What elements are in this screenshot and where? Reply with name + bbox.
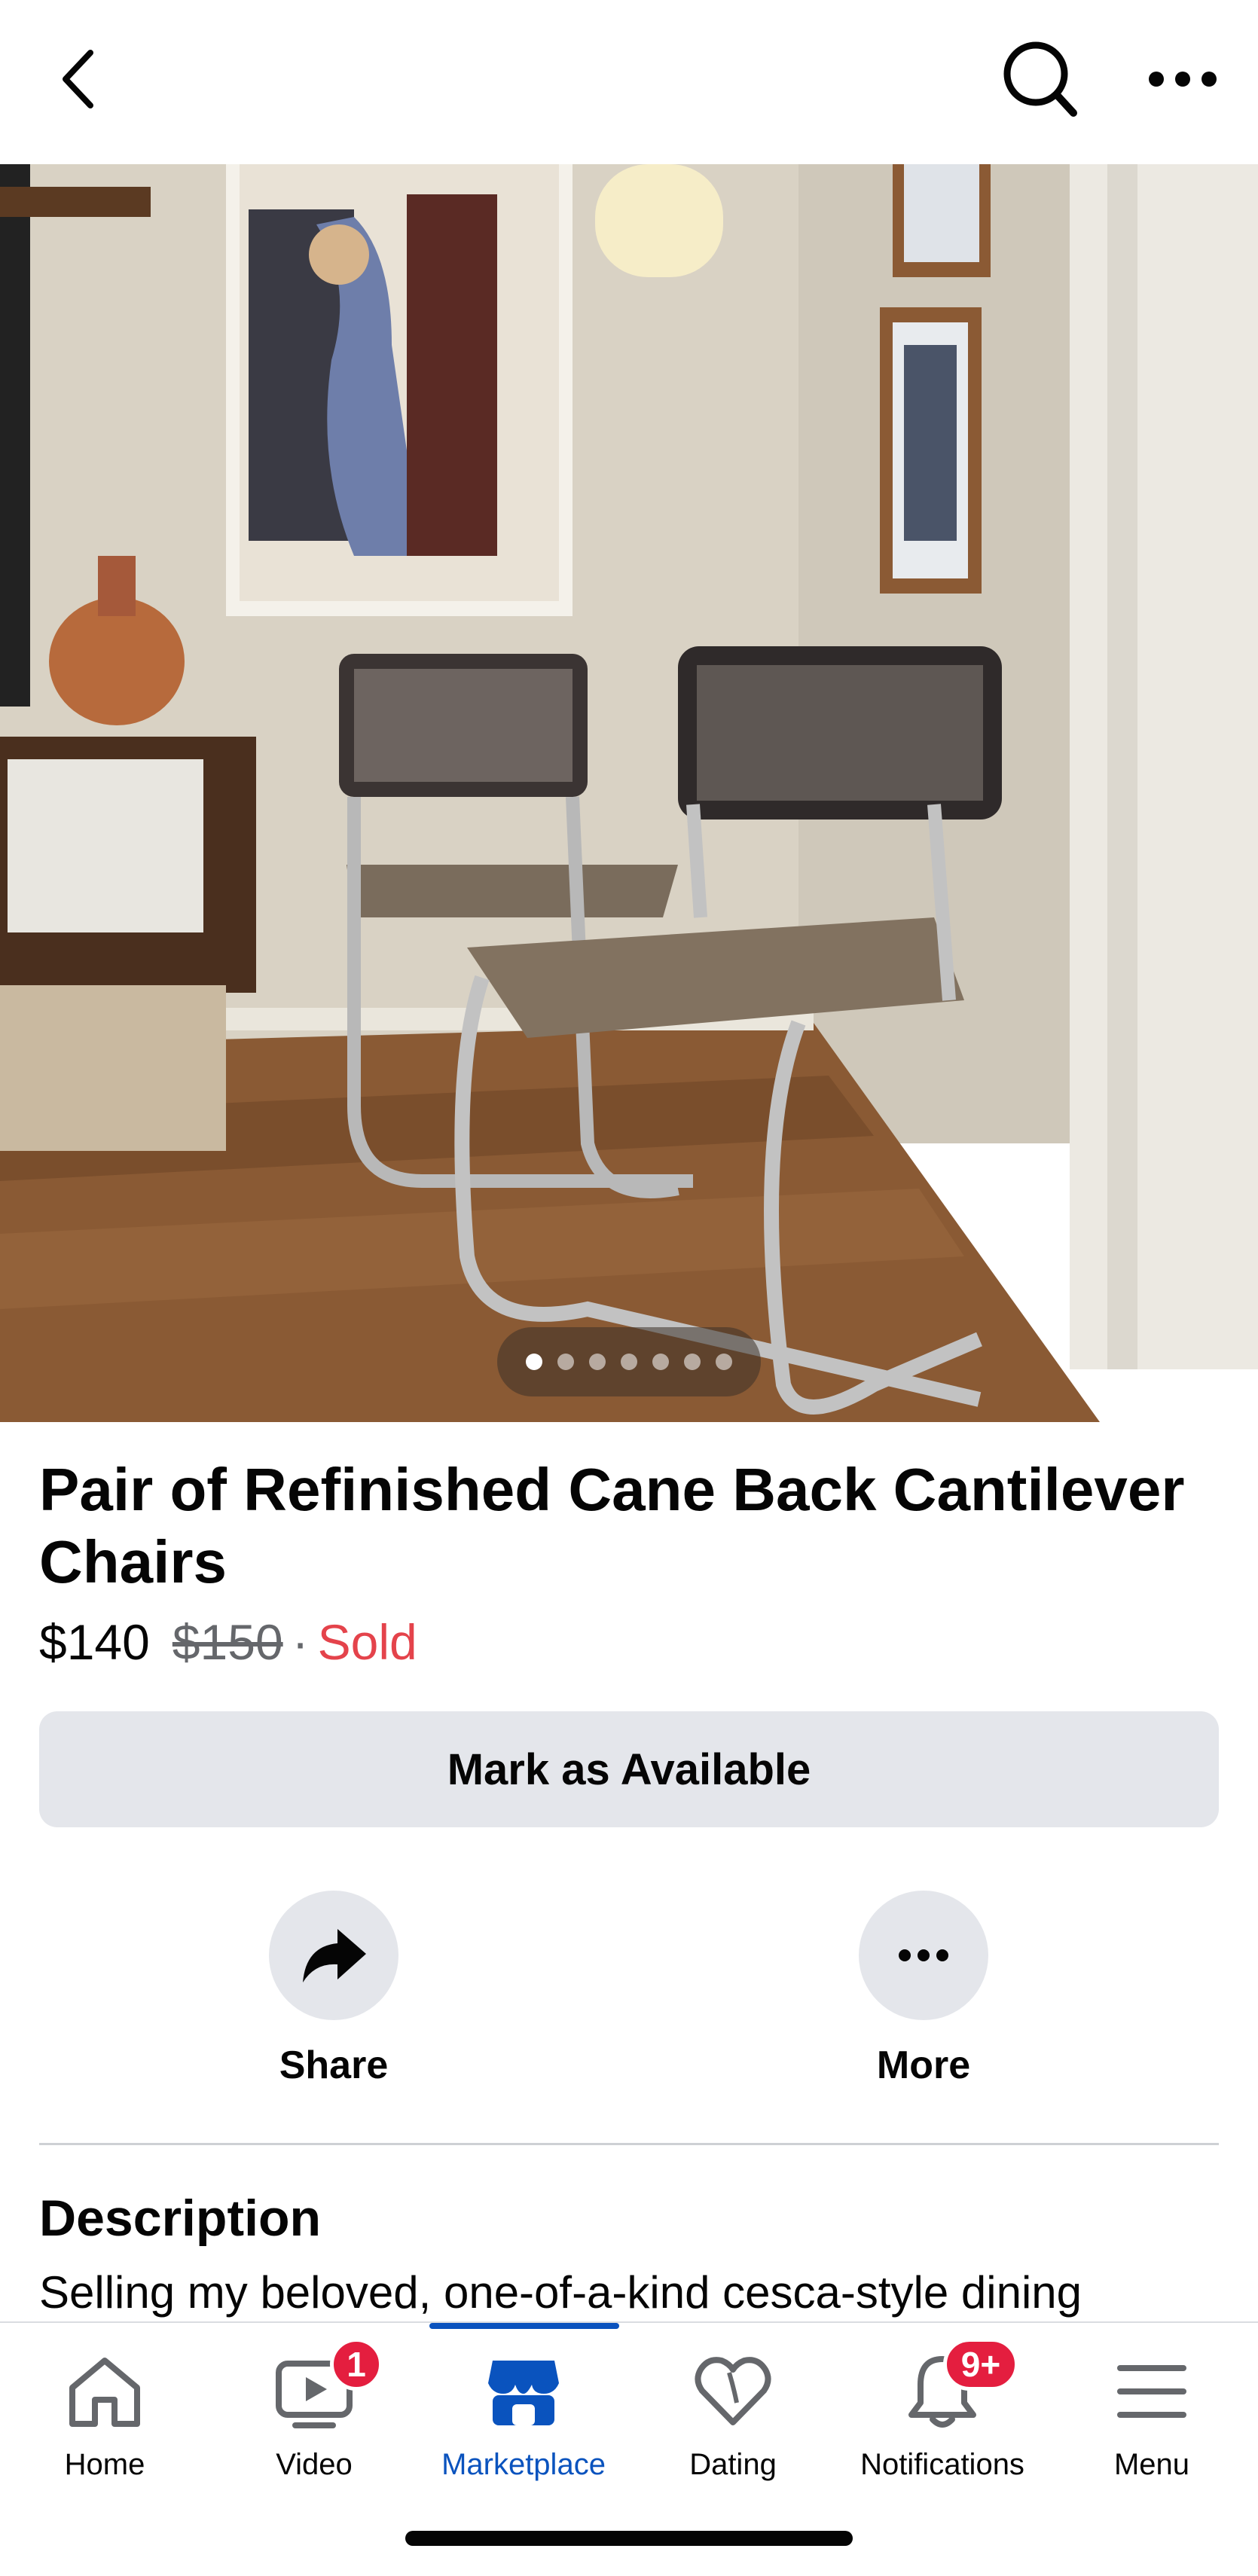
photo-dot[interactable] <box>652 1354 669 1370</box>
status-badge: Sold <box>317 1614 417 1670</box>
home-indicator <box>405 2531 853 2546</box>
description-text: Selling my beloved, one-of-a-kind cesca-… <box>39 2267 1082 2318</box>
tab-marketplace[interactable]: Marketplace <box>419 2343 628 2482</box>
price: $140 <box>39 1614 150 1670</box>
tab-home-label: Home <box>64 2448 145 2481</box>
top-bar <box>0 0 1258 164</box>
more-options-button[interactable] <box>1134 38 1232 121</box>
more-action[interactable]: More <box>811 1891 1037 2088</box>
tab-marketplace-label: Marketplace <box>441 2448 606 2481</box>
tab-video[interactable]: 1 Video <box>209 2338 419 2482</box>
more-horizontal-icon <box>899 1949 948 1961</box>
listing-title: Pair of Refinished Cane Back Cantilever … <box>39 1456 1185 1595</box>
photo-dot[interactable] <box>621 1354 637 1370</box>
separator: · <box>292 1614 309 1670</box>
photo-pagination-dots[interactable] <box>497 1327 761 1396</box>
photo-dot[interactable] <box>557 1354 574 1370</box>
share-arrow-icon <box>303 1929 366 1982</box>
marketplace-icon <box>488 2361 559 2425</box>
tab-menu-label: Menu <box>1113 2448 1190 2481</box>
tab-menu[interactable]: Menu <box>1047 2343 1256 2482</box>
tab-dating[interactable]: Dating <box>628 2343 838 2482</box>
search-button[interactable] <box>994 38 1085 121</box>
original-price: $150 <box>172 1614 283 1670</box>
home-icon <box>69 2358 140 2427</box>
back-button[interactable] <box>45 41 113 117</box>
video-badge: 1 <box>330 2338 383 2391</box>
share-button[interactable] <box>269 1891 398 2020</box>
dating-heart-icon <box>695 2357 771 2425</box>
tab-notifications[interactable]: 9+ Notifications <box>838 2338 1047 2482</box>
photo-dot[interactable] <box>716 1354 732 1370</box>
more-label: More <box>876 2043 971 2087</box>
tab-dating-label: Dating <box>689 2448 777 2481</box>
mark-as-available-button[interactable]: Mark as Available <box>39 1711 1219 1827</box>
notifications-badge: 9+ <box>943 2338 1018 2391</box>
photo-dot[interactable] <box>589 1354 606 1370</box>
chevron-left-icon <box>63 50 93 108</box>
photo-dot[interactable] <box>526 1354 542 1370</box>
more-button[interactable] <box>859 1891 988 2020</box>
photo-dot[interactable] <box>684 1354 701 1370</box>
tab-home[interactable]: Home <box>0 2343 209 2482</box>
active-tab-indicator <box>429 2323 619 2329</box>
share-label: Share <box>279 2043 389 2087</box>
tab-notifications-label: Notifications <box>860 2448 1024 2481</box>
divider <box>39 2143 1219 2145</box>
price-line: $140 $150 · Sold <box>39 1612 417 1672</box>
hamburger-menu-icon <box>1117 2365 1186 2418</box>
chairs-photo-image <box>0 164 1258 1422</box>
tab-video-label: Video <box>276 2448 353 2481</box>
more-horizontal-icon <box>1149 72 1217 87</box>
share-action[interactable]: Share <box>221 1891 447 2088</box>
description-heading: Description <box>39 2190 322 2247</box>
search-icon <box>1003 41 1077 117</box>
listing-photo[interactable] <box>0 164 1258 1422</box>
